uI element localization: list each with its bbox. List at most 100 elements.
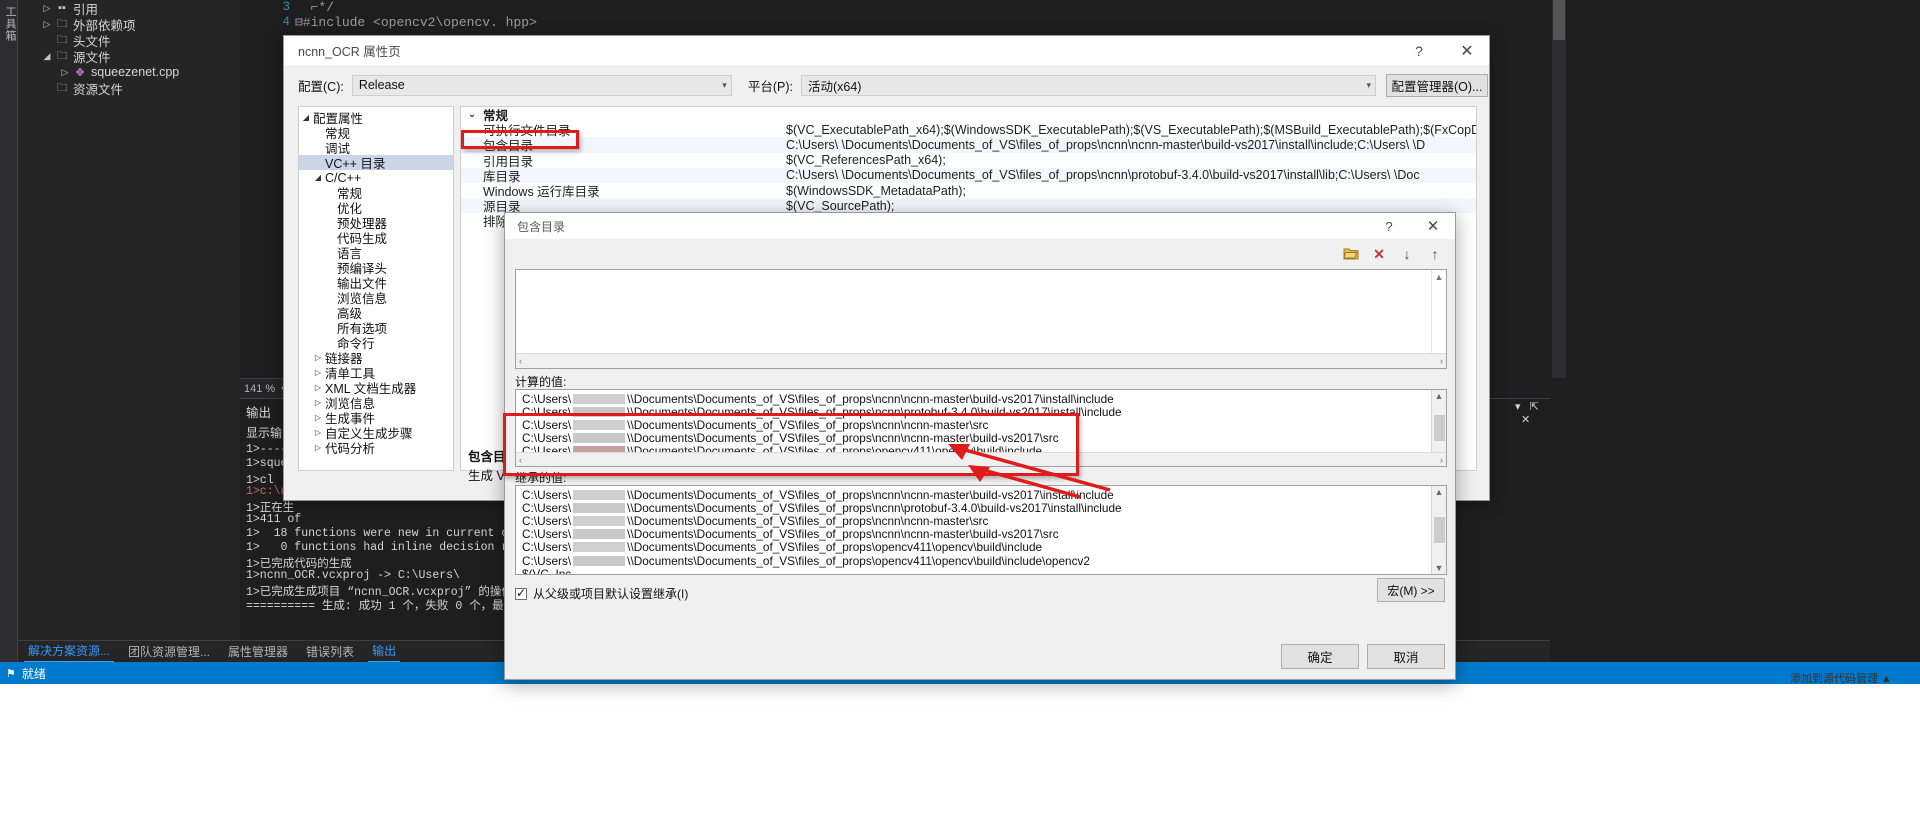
delete-icon[interactable]: ✕ (1369, 244, 1389, 264)
configuration-manager-button[interactable]: 配置管理器(O)... (1385, 73, 1488, 97)
chevron-down-icon[interactable]: ◢ (299, 113, 313, 122)
scroll-left-icon[interactable]: ‹ (519, 455, 522, 465)
code-line[interactable]: ⌐*/ (295, 0, 537, 15)
calculated-list-horizontal-scrollbar[interactable]: ‹ › (516, 452, 1446, 466)
path-list-item[interactable]: C:\Users\\\Documents\Documents_of_VS\fil… (516, 392, 1431, 406)
solution-tree-item[interactable]: 🗀 资源文件 (18, 80, 240, 97)
path-list-item[interactable]: C:\Users\\\Documents\Documents_of_VS\fil… (516, 527, 1431, 541)
property-tree-item[interactable]: ▷ XML 文档生成器 (299, 380, 453, 396)
scroll-thumb[interactable] (1433, 517, 1445, 543)
path-list-item[interactable]: C:\Users\\\Documents\Documents_of_VS\fil… (516, 540, 1431, 554)
path-list-item[interactable]: C:\Users\\\Documents\Documents_of_VS\fil… (516, 514, 1431, 528)
property-tree-item[interactable]: ▷ 代码分析 (299, 440, 453, 456)
macros-button[interactable]: 宏(M) >> (1377, 578, 1445, 602)
property-tree-item[interactable]: ▷ 自定义生成步骤 (299, 425, 453, 441)
property-tree-item[interactable]: 所有选项 (299, 320, 453, 336)
property-value[interactable]: $(VC_ReferencesPath_x64); (786, 153, 1476, 167)
chevron-down-icon[interactable]: ▾ (1515, 401, 1521, 413)
chevron-down-icon[interactable]: ◢ (40, 51, 54, 62)
editor-scrollbar[interactable] (1552, 0, 1566, 378)
property-value[interactable]: C:\Users\ \Documents\Documents_of_VS\fil… (786, 168, 1476, 182)
path-list-item[interactable]: $(VC_Inc (516, 567, 1431, 574)
path-list-item[interactable]: C:\Users\\\Documents\Documents_of_VS\fil… (516, 488, 1431, 502)
property-tree-item[interactable]: VC++ 目录 (299, 155, 453, 171)
include-directories-dialog[interactable]: 包含目录 ? ✕ ✕ ↓ ↑ ▲ ▼ ‹ › 计算的值: C:\Users\\\… (504, 212, 1456, 680)
close-icon[interactable]: ✕ (1445, 36, 1489, 65)
bottom-tab[interactable]: 输出 (368, 640, 401, 663)
solution-tree-item[interactable]: ▷ ✥ squeezenet.cpp (18, 64, 240, 80)
property-tree-item[interactable]: ▷ 浏览信息 (299, 395, 453, 411)
property-tree-item[interactable]: ◢ 配置属性 (299, 110, 453, 126)
close-icon[interactable]: ✕ (1521, 414, 1530, 426)
property-value[interactable]: $(VC_ExecutablePath_x64);$(WindowsSDK_Ex… (786, 123, 1476, 137)
property-tree-item[interactable]: 命令行 (299, 335, 453, 351)
chevron-right-icon[interactable]: ▷ (311, 443, 325, 452)
move-down-icon[interactable]: ↓ (1397, 244, 1417, 264)
inherited-values-list[interactable]: C:\Users\ \\Documents\Documents_of_VS\fil… (515, 485, 1447, 575)
chevron-right-icon[interactable]: ▷ (40, 19, 54, 30)
cancel-button[interactable]: 取消 (1367, 644, 1445, 669)
solution-tree-item[interactable]: ◢ 🗀 源文件 (18, 48, 240, 65)
chevron-down-icon[interactable]: ⌄ (461, 109, 483, 120)
path-list-item[interactable]: C:\Users\\\Documents\Documents_of_VS\fil… (516, 431, 1431, 445)
platform-select[interactable]: 活动(x64) ▾ (800, 74, 1376, 96)
pin-icon[interactable]: ⇱ (1530, 401, 1539, 413)
path-list-item[interactable]: C:\Users\\\Documents\Documents_of_VS\fil… (516, 418, 1431, 432)
solution-explorer-tree[interactable]: ▷ ▪▪ 引用 ▷ 🗀 外部依赖项 🗀 头文件 ◢ 🗀 源文件 ▷ ✥ squeezenet.cpp 🗀 资源… (18, 0, 240, 640)
scroll-right-icon[interactable]: › (1440, 356, 1443, 366)
bottom-tab[interactable]: 错误列表 (302, 641, 358, 662)
scroll-down-icon[interactable]: ▼ (1435, 563, 1444, 573)
bottom-tab[interactable]: 团队资源管理... (124, 641, 214, 662)
close-icon[interactable]: ✕ (1413, 213, 1453, 239)
scroll-right-icon[interactable]: › (1440, 455, 1443, 465)
include-dialog-toolbar[interactable]: ✕ ↓ ↑ (1335, 243, 1445, 265)
chevron-right-icon[interactable]: ▷ (311, 383, 325, 392)
ok-button[interactable]: 确定 (1281, 644, 1359, 669)
scroll-up-icon[interactable]: ▲ (1435, 487, 1444, 497)
property-tree-item[interactable]: ◢ C/C++ (299, 170, 453, 185)
scroll-up-icon[interactable]: ▲ (1435, 391, 1444, 401)
property-value[interactable]: $(WindowsSDK_MetadataPath); (786, 184, 1476, 198)
redacted-username (573, 542, 626, 553)
chevron-right-icon[interactable]: ▷ (311, 413, 325, 422)
bottom-tab[interactable]: 解决方案资源... (24, 640, 115, 663)
property-tree-item[interactable]: 常规 (299, 185, 453, 201)
configuration-select[interactable]: Release ▾ (351, 74, 732, 96)
property-tree-item[interactable]: 常规 (299, 125, 453, 141)
help-icon[interactable]: ? (1369, 213, 1409, 239)
solution-tree-item[interactable]: 🗀 头文件 (18, 32, 240, 49)
code-line[interactable]: ⊟#include <opencv2\opencv. hpp> (295, 15, 537, 30)
calculated-values-list[interactable]: C:\Users\ \\Documents\Documents_of_VS\fil… (515, 389, 1447, 467)
chevron-right-icon[interactable]: ▷ (40, 3, 54, 14)
chevron-down-icon[interactable]: ◢ (311, 173, 325, 182)
chevron-right-icon[interactable]: ▷ (311, 428, 325, 437)
scroll-thumb[interactable] (1433, 415, 1445, 441)
property-value[interactable]: C:\Users\ \Documents\Documents_of_VS\fil… (786, 138, 1476, 152)
help-icon[interactable]: ? (1397, 36, 1441, 65)
include-entries-editor[interactable]: ▲ ▼ ‹ › (515, 269, 1447, 369)
bottom-tab[interactable]: 属性管理器 (224, 641, 292, 662)
solution-tree-item[interactable]: ▷ 🗀 外部依赖项 (18, 16, 240, 33)
move-up-icon[interactable]: ↑ (1425, 244, 1445, 264)
new-folder-icon[interactable] (1341, 244, 1361, 264)
inherited-list-vertical-scrollbar[interactable]: ▲ ▼ (1431, 486, 1446, 574)
chevron-right-icon[interactable]: ▷ (58, 67, 72, 78)
property-tree-item[interactable]: 代码生成 (299, 230, 453, 246)
property-tree-item[interactable]: 浏览信息 (299, 290, 453, 306)
output-pane-window-controls[interactable]: ▾ ⇱ ✕ (1515, 400, 1555, 426)
path-list-item[interactable]: C:\Users\\\Documents\Documents_of_VS\fil… (516, 501, 1431, 515)
chevron-right-icon[interactable]: ▷ (311, 368, 325, 377)
scroll-left-icon[interactable]: ‹ (519, 356, 522, 366)
scroll-up-icon[interactable]: ▲ (1435, 272, 1444, 282)
chevron-right-icon[interactable]: ▷ (311, 398, 325, 407)
path-list-item[interactable]: C:\Users\\\Documents\Documents_of_VS\fil… (516, 554, 1431, 568)
property-category-tree[interactable]: ◢ 配置属性 常规 调试 VC++ 目录 ◢ C/C++ 常规 优化 预处理器 代码生成 语言 预编译头… (298, 106, 454, 471)
inherit-checkbox-row[interactable]: 从父级或项目默认设置继承(I) (515, 585, 688, 602)
path-list-item[interactable]: C:\Users\\\Documents\Documents_of_VS\fil… (516, 405, 1431, 419)
inherit-checkbox[interactable] (515, 586, 527, 600)
editor-horizontal-scrollbar[interactable]: ‹ › (516, 353, 1446, 368)
chevron-right-icon[interactable]: ▷ (311, 353, 325, 362)
add-to-source-control-label[interactable]: 添加到源代码管理 ▲ (1790, 670, 1892, 686)
property-tree-item[interactable]: ▷ 链接器 (299, 350, 453, 366)
property-value[interactable]: $(VC_SourcePath); (786, 199, 1476, 213)
